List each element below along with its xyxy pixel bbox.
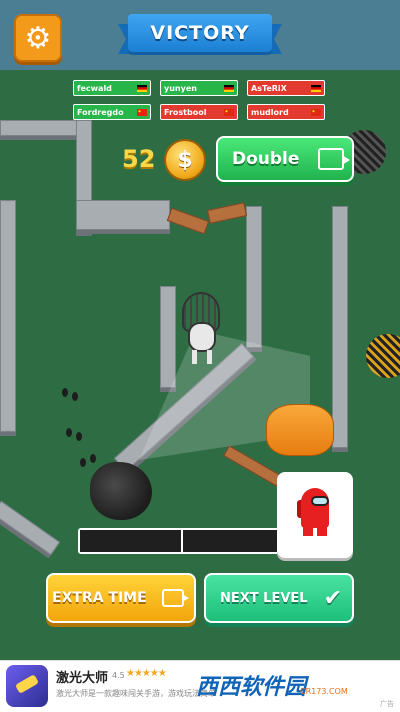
game-scene [0,0,400,660]
caged-enemy [366,334,400,378]
player-name: Frostbool [164,107,207,117]
flag-icon [311,109,321,116]
double-label: Double [232,149,300,169]
player-tag: AsTeRiX [247,80,325,96]
app-icon [6,665,48,707]
character-body [188,322,216,352]
player-name: mudlord [251,107,289,117]
maze-wall [76,200,170,230]
maze-wall [0,200,16,432]
video-ad-icon [162,589,189,607]
flag-icon [224,109,234,116]
settings-button[interactable]: ⚙ [14,14,62,62]
flag-icon [137,109,147,116]
player-tag: yunyen [160,80,238,96]
wooden-fence [206,202,248,224]
maze-wall [0,500,61,556]
player-character [182,292,222,370]
maze-wall [160,286,176,388]
character-legs [192,350,212,364]
wooden-fence [166,207,210,235]
level-progress-bar [78,528,284,554]
black-blob-obstacle [90,462,152,520]
progress-fill [80,530,181,552]
player-tag: mudlord [247,104,325,120]
video-ad-icon [318,148,350,170]
footprint [72,392,78,401]
extra-time-label: EXTRA TIME [52,590,147,606]
footprint [80,458,86,467]
player-name: Fordregdo [77,107,124,117]
ad-rating: 4.5 [112,671,125,680]
player-tag: fecwald [73,80,151,96]
footprint [62,388,68,397]
flag-icon [224,85,234,92]
site-url: CR173.COM [300,687,348,696]
double-reward-button[interactable]: Double [216,136,354,182]
star-rating-icon: ★★★★★ [126,668,167,679]
site-logo: 西西软件园 [196,675,307,700]
footprint [76,432,82,441]
extra-time-button[interactable]: EXTRA TIME [46,573,196,623]
flag-icon [311,85,321,92]
victory-banner: VICTORY [118,14,282,56]
footprint [66,428,72,437]
next-level-label: NEXT LEVEL [220,590,308,606]
player-tag: Frostbool [160,104,238,120]
next-level-button[interactable]: NEXT LEVEL ✔ [204,573,354,623]
maze-wall [246,206,262,348]
character-preview-card[interactable] [277,472,353,558]
player-name: AsTeRiX [251,83,287,93]
ad-app-name: 激光大师 [56,671,109,686]
ad-label: 广告 [380,700,394,708]
maze-wall [332,206,348,448]
flag-icon [137,85,147,92]
red-crewmate-icon [297,488,331,536]
checkmark-icon: ✔ [323,586,342,611]
coin-count: 52 [122,145,156,173]
victory-title: VICTORY [128,14,272,52]
progress-divider [181,530,183,552]
gear-icon: ⚙ [24,20,52,56]
ad-banner[interactable]: 激光大师 4.5 ★★★★★ 激光大师是一款趣味闯关手游，游戏玩法简单 西西软件… [0,660,400,712]
player-tag: Fordregdo [73,104,151,120]
player-name: fecwald [77,83,112,93]
player-name: yunyen [164,83,197,93]
footprint [90,454,96,463]
orange-object [266,404,334,456]
coin-icon: $ [164,139,206,181]
